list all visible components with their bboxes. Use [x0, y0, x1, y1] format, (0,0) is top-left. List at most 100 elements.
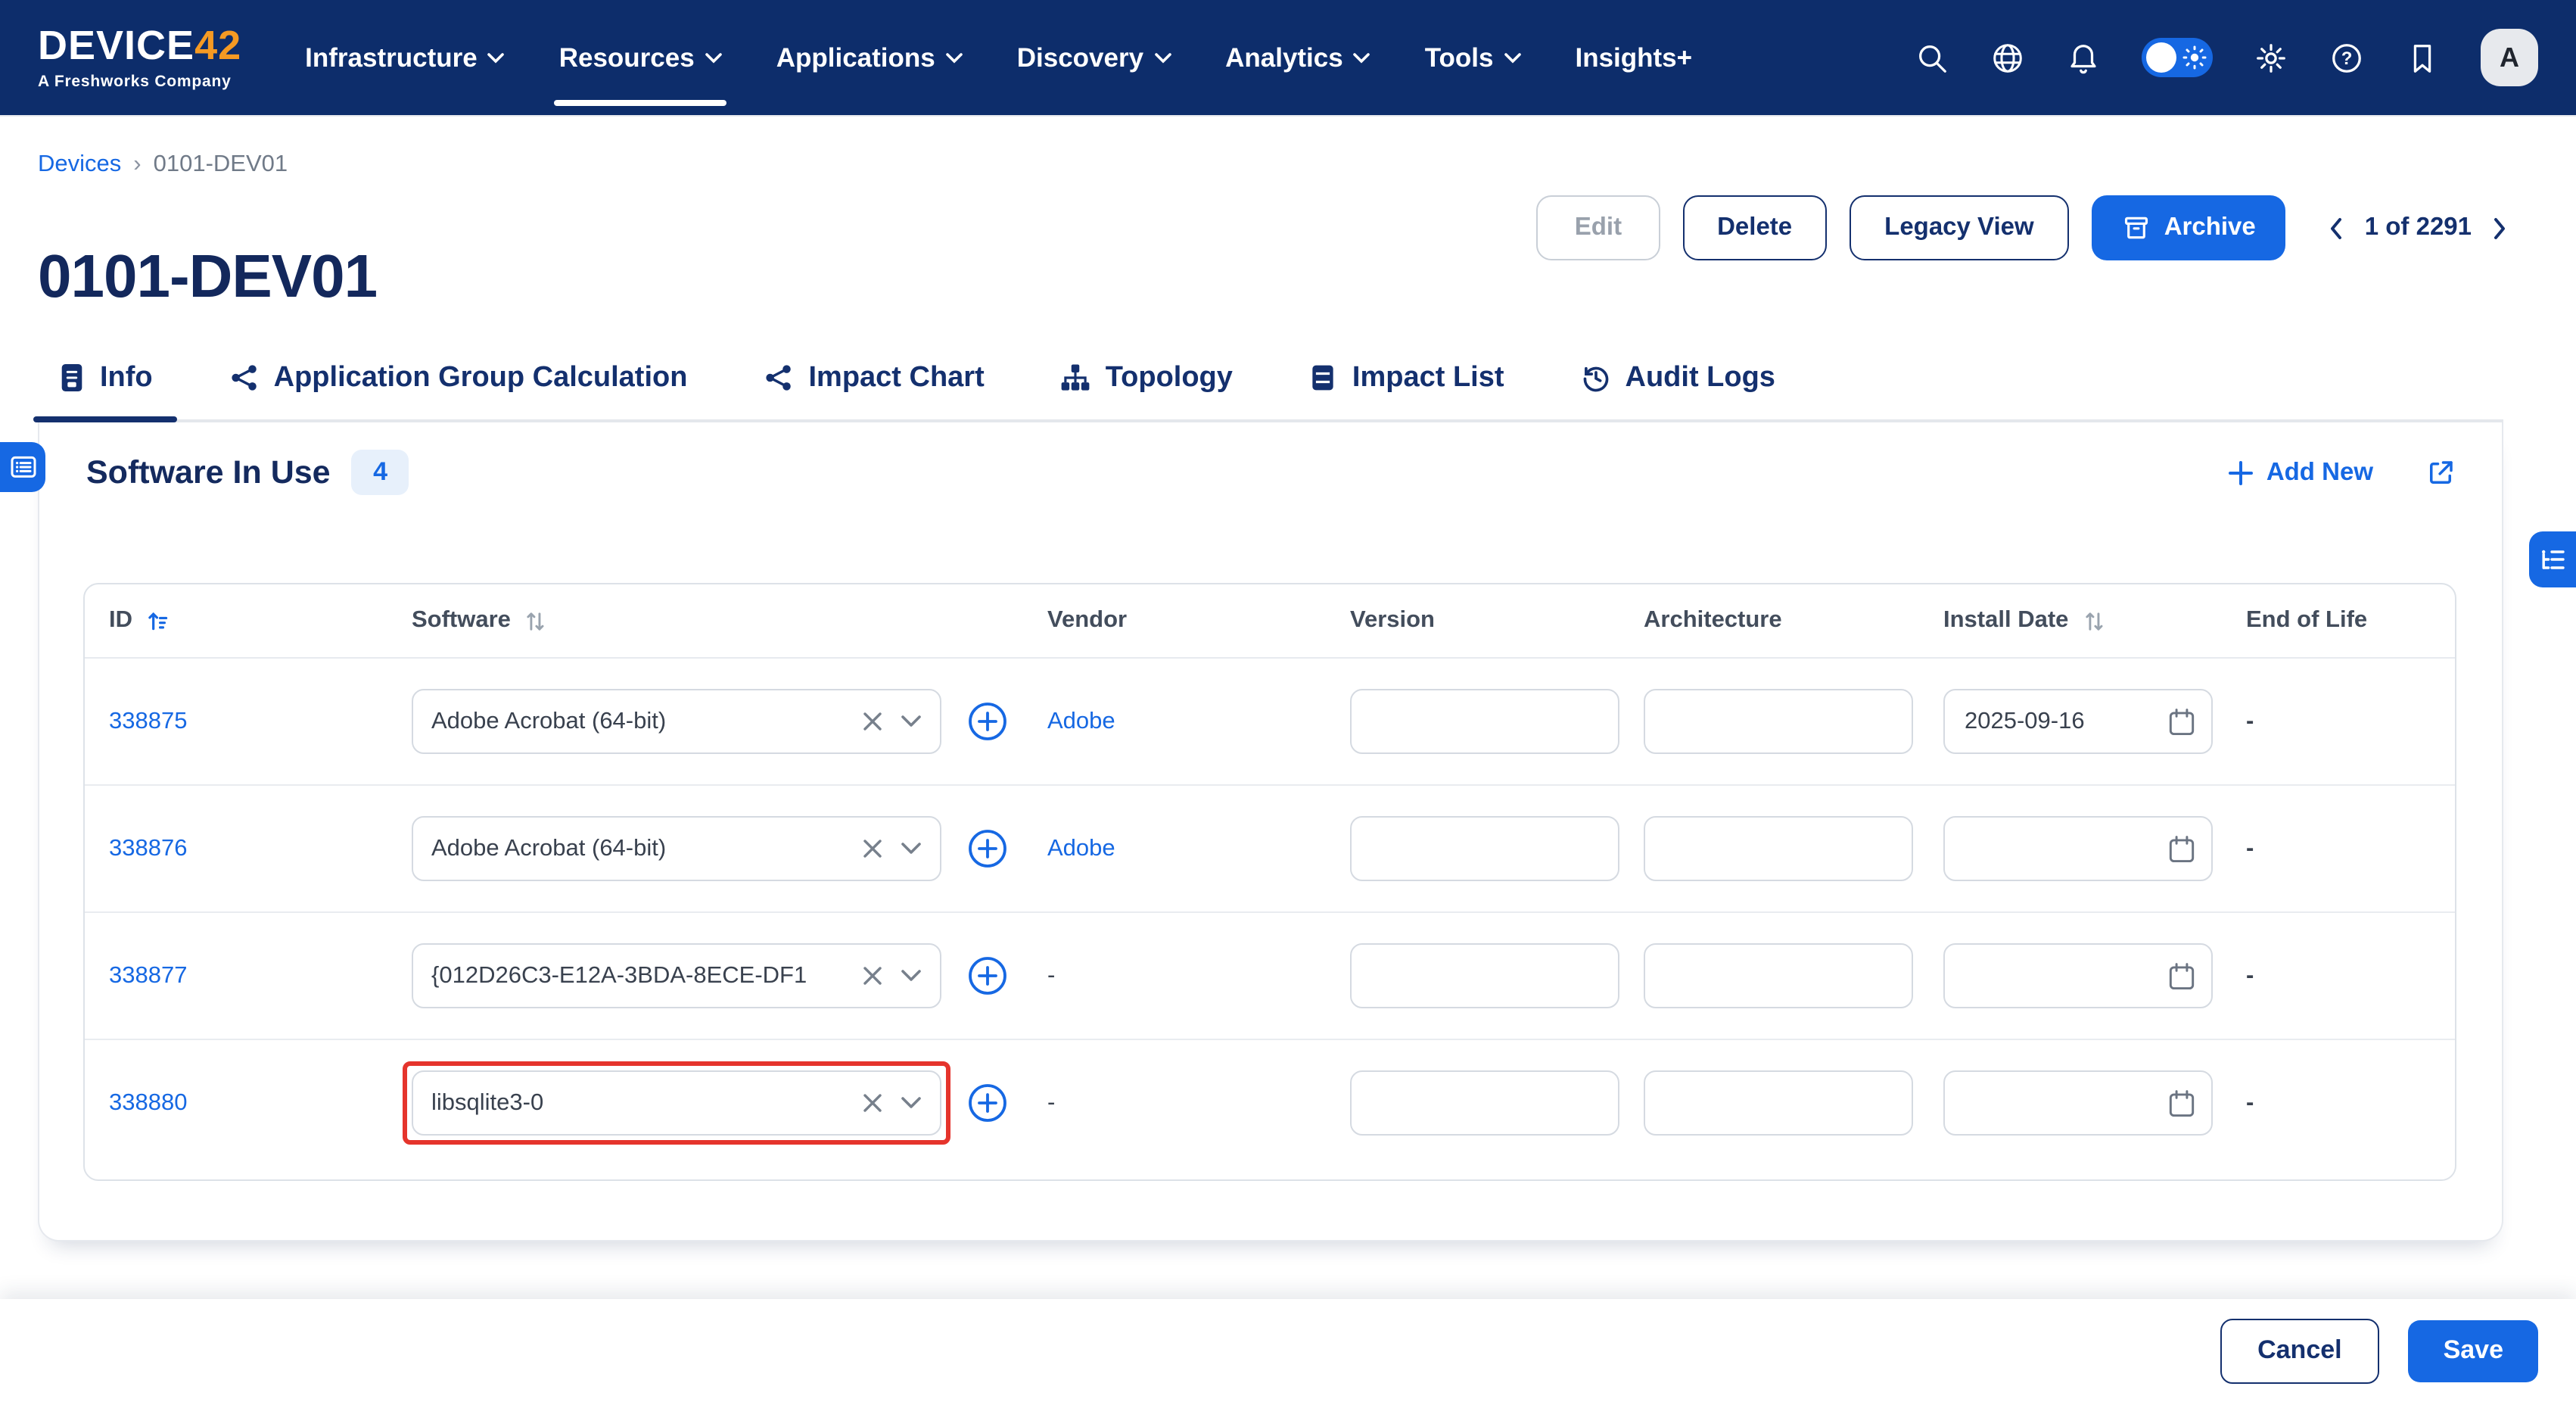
calendar-icon[interactable]: [2167, 1089, 2196, 1119]
column-id[interactable]: ID: [109, 607, 412, 634]
bookmark-icon[interactable]: [2405, 40, 2440, 75]
settings-gear-icon[interactable]: [2254, 40, 2288, 75]
device42-logo[interactable]: DEVICE42 A Freshworks Company: [38, 26, 241, 90]
legacy-view-button[interactable]: Legacy View: [1850, 195, 2069, 260]
theme-toggle[interactable]: [2142, 38, 2213, 77]
menu-tools[interactable]: Tools: [1425, 0, 1521, 115]
tab-topology[interactable]: Topology: [1056, 336, 1237, 419]
previous-record-icon[interactable]: [2327, 216, 2348, 240]
open-in-new-icon[interactable]: [2425, 456, 2456, 488]
chevron-down-icon: [1354, 52, 1370, 63]
vendor-link[interactable]: -: [1047, 962, 1055, 988]
menu-infrastructure[interactable]: Infrastructure: [305, 0, 505, 115]
software-id-link[interactable]: 338876: [109, 835, 187, 861]
software-id-link[interactable]: 338877: [109, 962, 187, 988]
add-software-icon[interactable]: [967, 701, 1008, 742]
version-input[interactable]: [1350, 816, 1619, 881]
user-avatar[interactable]: A: [2481, 29, 2538, 86]
clear-icon[interactable]: [863, 712, 882, 731]
column-end-of-life[interactable]: End of Life: [2246, 607, 2455, 634]
sun-icon: [2182, 45, 2207, 70]
add-software-icon[interactable]: [967, 1083, 1008, 1123]
delete-button[interactable]: Delete: [1682, 195, 1827, 260]
menu-applications[interactable]: Applications: [776, 0, 963, 115]
notifications-bell-icon[interactable]: [2066, 40, 2101, 75]
save-button[interactable]: Save: [2409, 1319, 2538, 1382]
breadcrumb-devices-link[interactable]: Devices: [38, 151, 121, 179]
version-input[interactable]: [1350, 689, 1619, 754]
left-panel-toggle[interactable]: [0, 442, 45, 492]
add-new-button[interactable]: Add New: [2229, 458, 2373, 487]
software-select-value: libsqlite3-0: [431, 1089, 854, 1117]
menu-analytics[interactable]: Analytics: [1225, 0, 1370, 115]
software-in-use-header: Software In Use 4 Add New: [86, 450, 2456, 495]
architecture-input[interactable]: [1644, 816, 1913, 881]
help-icon[interactable]: ?: [2329, 40, 2364, 75]
add-software-icon[interactable]: [967, 828, 1008, 869]
right-panel-toggle[interactable]: [2529, 531, 2576, 587]
vendor-link[interactable]: Adobe: [1047, 708, 1115, 734]
column-architecture[interactable]: Architecture: [1644, 607, 1943, 634]
clear-icon[interactable]: [863, 966, 882, 986]
software-select[interactable]: Adobe Acrobat (64-bit): [412, 689, 941, 754]
vendor-link[interactable]: Adobe: [1047, 835, 1115, 861]
calendar-icon[interactable]: [2167, 834, 2196, 865]
tab-impact-list[interactable]: Impact List: [1304, 336, 1509, 419]
menu-insights-plus[interactable]: Insights+: [1575, 0, 1692, 115]
chevron-down-icon: [1154, 52, 1171, 63]
edit-button[interactable]: Edit: [1537, 195, 1660, 260]
install-date-input[interactable]: [1943, 1070, 2213, 1136]
tab-application-group-calculation[interactable]: Application Group Calculation: [224, 336, 692, 419]
column-software[interactable]: Software: [412, 607, 1047, 634]
clear-icon[interactable]: [863, 839, 882, 858]
calendar-icon[interactable]: [2167, 961, 2196, 992]
detail-tabs: Info Application Group Calculation Impac…: [38, 336, 2503, 422]
architecture-input[interactable]: [1644, 1070, 1913, 1136]
software-id-link[interactable]: 338875: [109, 708, 187, 734]
tab-info[interactable]: Info: [53, 336, 157, 419]
sort-both-icon[interactable]: [523, 608, 549, 634]
chevron-down-icon[interactable]: [901, 969, 922, 983]
software-id-link[interactable]: 338880: [109, 1089, 187, 1115]
search-icon[interactable]: [1915, 40, 1949, 75]
archive-button[interactable]: Archive: [2092, 195, 2286, 260]
install-date-input[interactable]: [1943, 943, 2213, 1008]
version-input[interactable]: [1350, 943, 1619, 1008]
vendor-link[interactable]: -: [1047, 1089, 1055, 1115]
cancel-button[interactable]: Cancel: [2220, 1318, 2380, 1383]
column-install-date[interactable]: Install Date: [1943, 607, 2246, 634]
column-vendor[interactable]: Vendor: [1047, 607, 1350, 634]
install-date-input[interactable]: 2025-09-16: [1943, 689, 2213, 754]
sort-both-icon[interactable]: [2080, 608, 2106, 634]
next-record-icon[interactable]: [2488, 216, 2509, 240]
software-select[interactable]: {012D26C3-E12A-3BDA-8ECE-DF1: [412, 943, 941, 1008]
archive-icon: [2122, 213, 2151, 242]
menu-resources[interactable]: Resources: [559, 0, 722, 115]
sort-ascending-active-icon[interactable]: [145, 609, 169, 633]
tree-list-icon: [2540, 547, 2565, 572]
software-table: ID Software Vendor Version Architecture …: [83, 583, 2456, 1181]
column-version[interactable]: Version: [1350, 607, 1644, 634]
chevron-down-icon[interactable]: [901, 715, 922, 728]
install-date-input[interactable]: [1943, 816, 2213, 881]
version-input[interactable]: [1350, 1070, 1619, 1136]
chevron-down-icon[interactable]: [901, 1096, 922, 1110]
page-title: 0101-DEV01: [38, 244, 377, 312]
tab-impact-chart[interactable]: Impact Chart: [758, 336, 988, 419]
chevron-down-icon[interactable]: [901, 842, 922, 855]
software-select[interactable]: libsqlite3-0: [412, 1070, 941, 1136]
clear-icon[interactable]: [863, 1093, 882, 1113]
document-icon: [58, 362, 86, 394]
share-network-icon: [763, 362, 795, 394]
end-of-life-value: -: [2246, 835, 2254, 861]
globe-icon[interactable]: [1990, 40, 2025, 75]
calendar-icon[interactable]: [2167, 707, 2196, 737]
chevron-down-icon: [1504, 52, 1520, 63]
architecture-input[interactable]: [1644, 943, 1913, 1008]
software-select[interactable]: Adobe Acrobat (64-bit): [412, 816, 941, 881]
menu-discovery[interactable]: Discovery: [1017, 0, 1171, 115]
tab-audit-logs[interactable]: Audit Logs: [1576, 336, 1780, 419]
add-software-icon[interactable]: [967, 955, 1008, 996]
table-row: 338875 Adobe Acrobat (64-bit) Adobe 2025…: [85, 659, 2455, 786]
architecture-input[interactable]: [1644, 689, 1913, 754]
